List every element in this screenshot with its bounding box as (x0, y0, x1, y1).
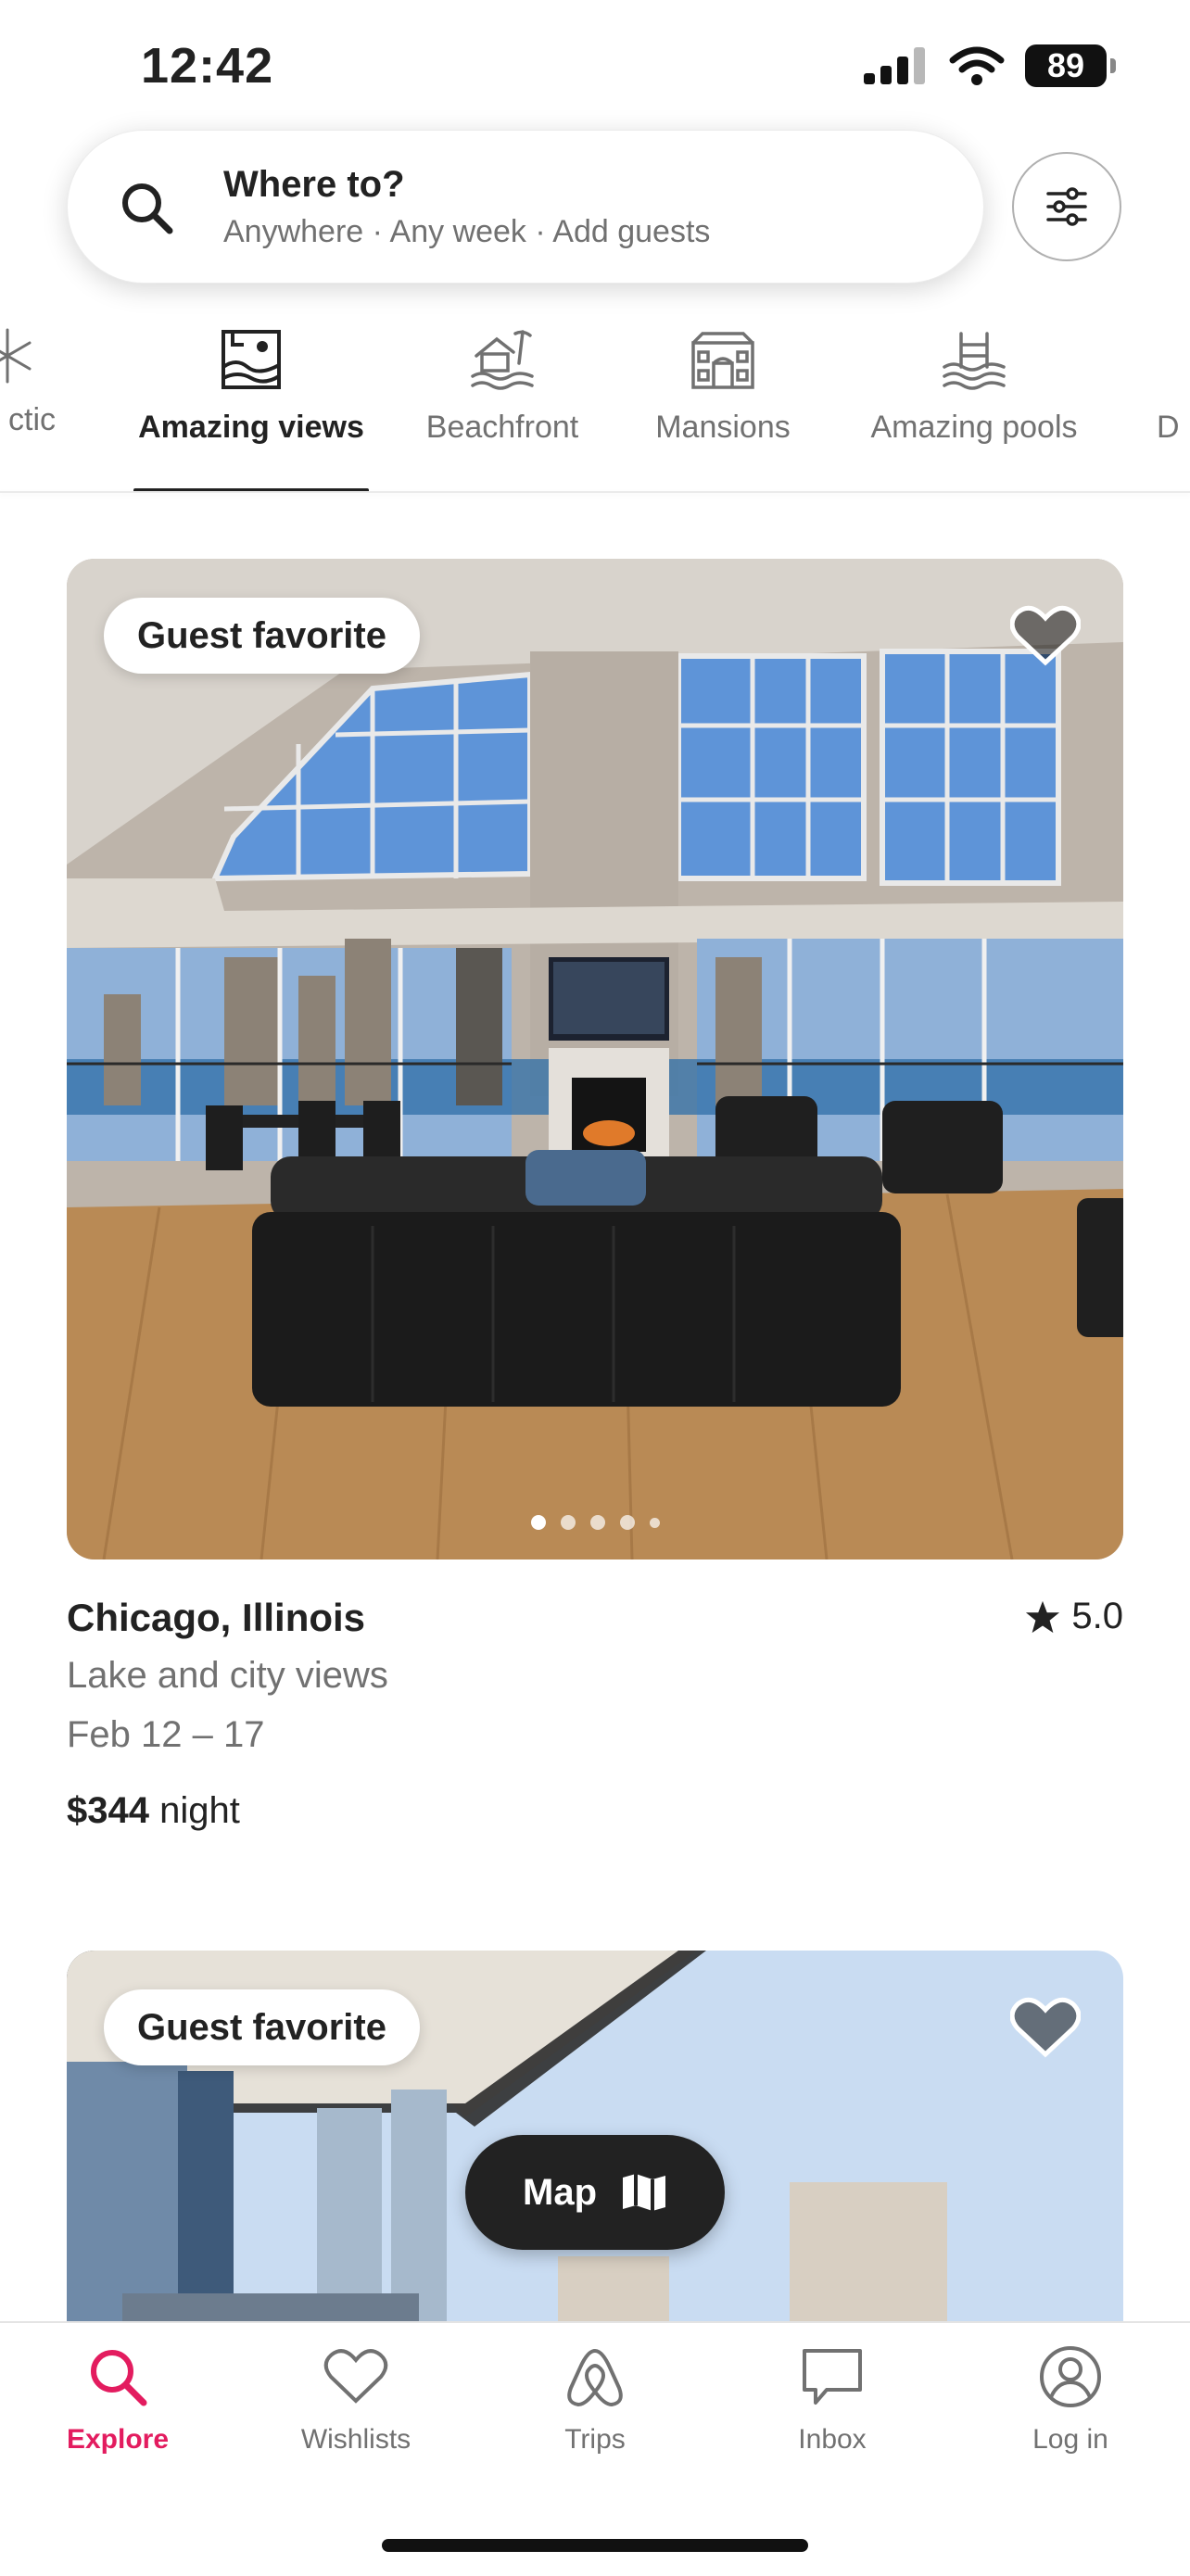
search-title: Where to? (223, 164, 405, 205)
search-icon (122, 183, 173, 234)
battery-level: 89 (1046, 46, 1085, 84)
category-label: Mansions (655, 410, 791, 445)
pagination-dot (619, 1515, 635, 1530)
badge-label: Guest favorite (137, 614, 386, 656)
tab-label: Inbox (798, 2424, 867, 2455)
framed-landscape-icon (222, 330, 281, 389)
tab-label: Explore (66, 2424, 170, 2455)
category-label: Amazing pools (870, 410, 1078, 445)
star-icon (1026, 1600, 1060, 1633)
map-icon (623, 2174, 665, 2211)
category-label: ctic (8, 402, 56, 437)
snowflake-icon (0, 328, 32, 384)
pagination-dot (649, 1517, 660, 1528)
wifi-icon (949, 46, 1005, 85)
photo-pagination (67, 1515, 1123, 1530)
tab-trips[interactable]: Trips (502, 2343, 688, 2456)
status-time: 12:42 (141, 38, 274, 94)
rating-value: 5.0 (1071, 1596, 1123, 1636)
filters-button[interactable] (1012, 152, 1121, 261)
signal-icon (864, 47, 925, 84)
message-icon (803, 2349, 862, 2405)
pagination-dot (560, 1515, 576, 1530)
category-bar: ctic Amazing views Beachfront Mansions A… (0, 315, 1190, 493)
listing-price: $344 night (67, 1790, 240, 1832)
beach-house-icon (471, 330, 534, 390)
category-amazing-pools[interactable]: Amazing pools (853, 315, 1095, 493)
category-label: Beachfront (425, 410, 579, 445)
pool-icon (943, 332, 1006, 390)
badge-label: Guest favorite (137, 2006, 386, 2048)
battery-indicator: 89 (1025, 44, 1116, 87)
pagination-dot (589, 1515, 605, 1530)
category-label: D (1157, 410, 1180, 445)
search-subtitle: Anywhere · Any week · Add guests (223, 214, 711, 249)
pagination-dot (530, 1515, 546, 1530)
tab-explore[interactable]: Explore (25, 2343, 210, 2456)
home-indicator[interactable] (382, 2539, 808, 2552)
search-icon (91, 2350, 147, 2406)
heart-icon[interactable] (1010, 1995, 1081, 2060)
heart-icon (323, 2349, 388, 2404)
tab-label: Log in (1032, 2424, 1108, 2455)
guest-favorite-badge: Guest favorite (104, 1989, 420, 2065)
airbnb-logo-icon (567, 2349, 623, 2406)
bottom-tab-bar: Explore Wishlists Trips Inbox Log in (0, 2321, 1190, 2576)
tab-label: Wishlists (300, 2424, 411, 2455)
category-label: Amazing views (138, 410, 364, 445)
tab-log-in[interactable]: Log in (978, 2343, 1163, 2456)
profile-icon (1040, 2346, 1101, 2407)
tab-inbox[interactable]: Inbox (740, 2343, 925, 2456)
price-unit: night (159, 1790, 240, 1831)
category-beachfront[interactable]: Beachfront (410, 315, 595, 493)
listing-description: Lake and city views (67, 1655, 388, 1696)
status-bar: 12:42 89 (0, 0, 1190, 130)
listing-photo[interactable]: Guest favorite (67, 559, 1123, 1559)
listing-photo-image (67, 559, 1123, 1559)
category-arctic[interactable]: ctic (0, 315, 56, 493)
price-amount: $344 (67, 1790, 149, 1831)
map-button[interactable]: Map (465, 2135, 725, 2250)
mansion-icon (691, 332, 754, 389)
map-button-label: Map (523, 2171, 597, 2213)
category-mansions[interactable]: Mansions (639, 315, 806, 493)
category-divider (0, 491, 1190, 493)
filter-sliders-icon (1046, 187, 1087, 226)
guest-favorite-badge: Guest favorite (104, 598, 420, 674)
heart-icon[interactable] (1010, 603, 1081, 668)
status-icons: 89 (864, 44, 1116, 87)
category-partial[interactable]: D (1157, 315, 1190, 493)
category-amazing-views[interactable]: Amazing views (133, 315, 369, 493)
listing-rating: 5.0 (1025, 1596, 1123, 1637)
listing-dates: Feb 12 – 17 (67, 1714, 265, 1755)
listing-title[interactable]: Chicago, Illinois (67, 1596, 365, 1640)
tab-wishlists[interactable]: Wishlists (263, 2343, 449, 2456)
tab-label: Trips (564, 2424, 626, 2455)
search-bar[interactable]: Where to? Anywhere · Any week · Add gues… (67, 130, 984, 284)
